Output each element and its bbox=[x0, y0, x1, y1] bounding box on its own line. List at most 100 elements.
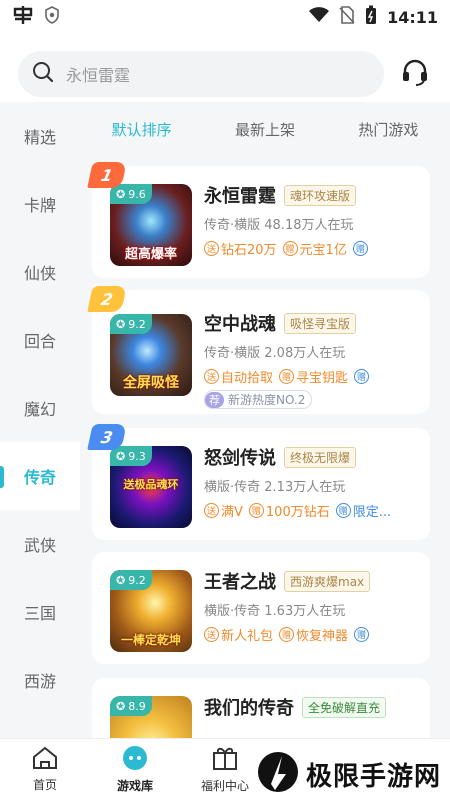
status-bar: 14:11 bbox=[0, 0, 450, 34]
sidebar-item-wuxia[interactable]: 武侠 bbox=[0, 510, 80, 578]
tab-hot-games[interactable]: 热门游戏 bbox=[358, 119, 418, 140]
star-icon: ✪ bbox=[116, 317, 126, 331]
version-badge: 终极无限爆 bbox=[284, 446, 357, 468]
bonus-icon: 赠 bbox=[279, 627, 295, 642]
sidebar-item-huihe[interactable]: 回合 bbox=[0, 306, 80, 374]
customer-service-button[interactable] bbox=[398, 57, 432, 91]
perk-tag: 赠恢复神器 bbox=[279, 625, 348, 644]
game-meta: 传奇·横版 48.18万人在玩 bbox=[204, 218, 354, 233]
sidebar-item-xiyou[interactable]: 西游 bbox=[0, 646, 80, 714]
perk-tag: 送新人礼包 bbox=[204, 625, 273, 644]
send-icon: 送 bbox=[204, 627, 219, 642]
recommend-badge: 荐新游热度NO.2 bbox=[204, 390, 313, 409]
tab-default-sort[interactable]: 默认排序 bbox=[112, 119, 172, 140]
search-icon bbox=[32, 61, 54, 87]
wifi-icon bbox=[309, 7, 330, 27]
sidebar-item-kapai[interactable]: 卡牌 bbox=[0, 170, 80, 238]
game-thumbnail: ✪ 9.2 一棒定乾坤 bbox=[110, 570, 192, 652]
game-card[interactable]: ✪ 9.2 一棒定乾坤 王者之战 西游爽爆max 横版·传奇 1.63万人在玩 送… bbox=[92, 552, 430, 664]
sidebar-item-chuanqi[interactable]: 传奇 bbox=[0, 442, 80, 510]
sidebar-item-label: 西游 bbox=[23, 672, 56, 691]
status-time: 14:11 bbox=[387, 7, 438, 27]
send-icon: 送 bbox=[204, 503, 219, 518]
gift-icon: 赠 bbox=[335, 503, 351, 518]
sidebar-item-label: 武侠 bbox=[23, 536, 56, 555]
sidebar-item-xianxia[interactable]: 仙侠 bbox=[0, 238, 80, 306]
sidebar-item-label: 回合 bbox=[23, 332, 56, 351]
game-name: 永恒雷霆 bbox=[204, 186, 276, 207]
bonus-icon: 赠 bbox=[282, 241, 298, 256]
sidebar-item-label: 传奇 bbox=[23, 468, 56, 487]
search-placeholder: 永恒雷霆 bbox=[66, 66, 131, 85]
score-badge: ✪ 9.6 bbox=[110, 184, 152, 204]
sort-tabs: 默认排序 最新上架 热门游戏 bbox=[80, 102, 450, 156]
thumbnail-caption: 一棒定乾坤 bbox=[120, 633, 181, 647]
search-input[interactable]: 永恒雷霆 bbox=[18, 51, 384, 97]
score-badge: ✪ 9.3 bbox=[110, 446, 152, 466]
watermark-logo-icon bbox=[256, 750, 300, 798]
sidebar-item-label: 卡牌 bbox=[23, 196, 56, 215]
shield-notification-icon bbox=[44, 6, 60, 28]
gift-icon: 赠 bbox=[352, 241, 368, 256]
thumbnail-caption: 超高爆率 bbox=[124, 247, 177, 262]
app-notification-icon bbox=[12, 5, 34, 29]
sidebar-item-label: 魔幻 bbox=[23, 400, 56, 419]
bonus-icon: 赠 bbox=[279, 369, 295, 384]
game-thumbnail: ✪ 9.2 全屏吸怪 bbox=[110, 314, 192, 396]
home-icon bbox=[31, 746, 59, 773]
sidebar-item-sanguo[interactable]: 三国 bbox=[0, 578, 80, 646]
perk-tag: 送满V bbox=[204, 501, 243, 520]
sidebar-item-mohuan[interactable]: 魔幻 bbox=[0, 374, 80, 442]
version-badge: 吸怪寻宝版 bbox=[284, 312, 357, 334]
battery-icon bbox=[365, 5, 377, 29]
perk-tag: 送钻石20万 bbox=[204, 239, 277, 258]
perk-tag: 赠寻宝钥匙 bbox=[279, 367, 348, 386]
game-name: 王者之战 bbox=[204, 572, 276, 593]
nav-home[interactable]: 首页 bbox=[0, 739, 90, 800]
game-library-icon bbox=[120, 745, 150, 774]
game-thumbnail: ✪ 9.3 送极品魂环 bbox=[110, 446, 192, 528]
score-badge: ✪ 8.9 bbox=[110, 696, 152, 716]
sidebar-item-label: 精选 bbox=[23, 128, 56, 147]
bonus-icon: 赠 bbox=[248, 503, 264, 518]
game-card[interactable]: ✪ 9.2 全屏吸怪 2 空中战魂 吸怪寻宝版 传奇·横版 2.08万人在玩 送自… bbox=[87, 286, 430, 414]
game-card[interactable]: ✪ 9.3 送极品魂环 3 怒剑传说 终极无限爆 横版·传奇 2.13万人在玩 送… bbox=[87, 424, 430, 540]
nav-label: 福利中心 bbox=[200, 779, 249, 793]
game-meta: 横版·传奇 2.13万人在玩 bbox=[204, 480, 346, 495]
game-name: 怒剑传说 bbox=[204, 448, 276, 469]
nav-game-library[interactable]: 游戏库 bbox=[90, 739, 180, 800]
sidebar-item-jingxuan[interactable]: 精选 bbox=[0, 102, 80, 170]
star-icon: ✪ bbox=[116, 187, 126, 201]
star-icon: ✪ bbox=[116, 573, 126, 587]
game-meta: 横版·传奇 1.63万人在玩 bbox=[204, 604, 346, 619]
perk-tag: 送自动拾取 bbox=[204, 367, 273, 386]
thumbnail-caption: 全屏吸怪 bbox=[123, 375, 179, 391]
game-name: 我们的传奇 bbox=[204, 698, 294, 719]
perk-tag: 赠 100万钻石 bbox=[248, 501, 330, 520]
tab-newest[interactable]: 最新上架 bbox=[235, 119, 295, 140]
game-list-panel: 默认排序 最新上架 热门游戏 ✪ 9.6 超高爆率 1 永恒雷霆 魂环攻速版 传奇… bbox=[80, 102, 450, 738]
headset-icon bbox=[400, 57, 430, 91]
version-badge: 魂环攻速版 bbox=[284, 184, 357, 206]
game-thumbnail: ✪ 8.9 bbox=[110, 696, 192, 738]
thumbnail-caption: 送极品魂环 bbox=[123, 478, 179, 491]
gift-tag: 赠限定... bbox=[335, 501, 391, 520]
score-badge: ✪ 9.2 bbox=[110, 314, 152, 334]
game-card[interactable]: ✪ 8.9 我们的传奇 全免破解直充 bbox=[92, 678, 430, 738]
send-icon: 送 bbox=[204, 369, 219, 384]
gift-box-icon bbox=[211, 745, 239, 774]
sidebar-item-label: 三国 bbox=[23, 604, 56, 623]
version-badge: 全免破解直充 bbox=[302, 696, 387, 718]
game-thumbnail: ✪ 9.6 超高爆率 bbox=[110, 184, 192, 266]
gift-icon: 赠 bbox=[354, 369, 370, 384]
rank-badge: 2 bbox=[87, 286, 127, 312]
score-badge: ✪ 9.2 bbox=[110, 570, 152, 590]
site-watermark: 极限手游网 bbox=[256, 748, 450, 800]
version-badge: 西游爽爆max bbox=[284, 570, 371, 592]
nav-label: 游戏库 bbox=[116, 779, 153, 793]
star-icon: ✪ bbox=[116, 449, 126, 463]
perk-tag: 赠元宝1亿 bbox=[282, 239, 347, 258]
nav-label: 首页 bbox=[32, 778, 57, 792]
no-sim-icon bbox=[339, 6, 355, 28]
game-card[interactable]: ✪ 9.6 超高爆率 1 永恒雷霆 魂环攻速版 传奇·横版 48.18万人在玩 送… bbox=[87, 162, 430, 278]
